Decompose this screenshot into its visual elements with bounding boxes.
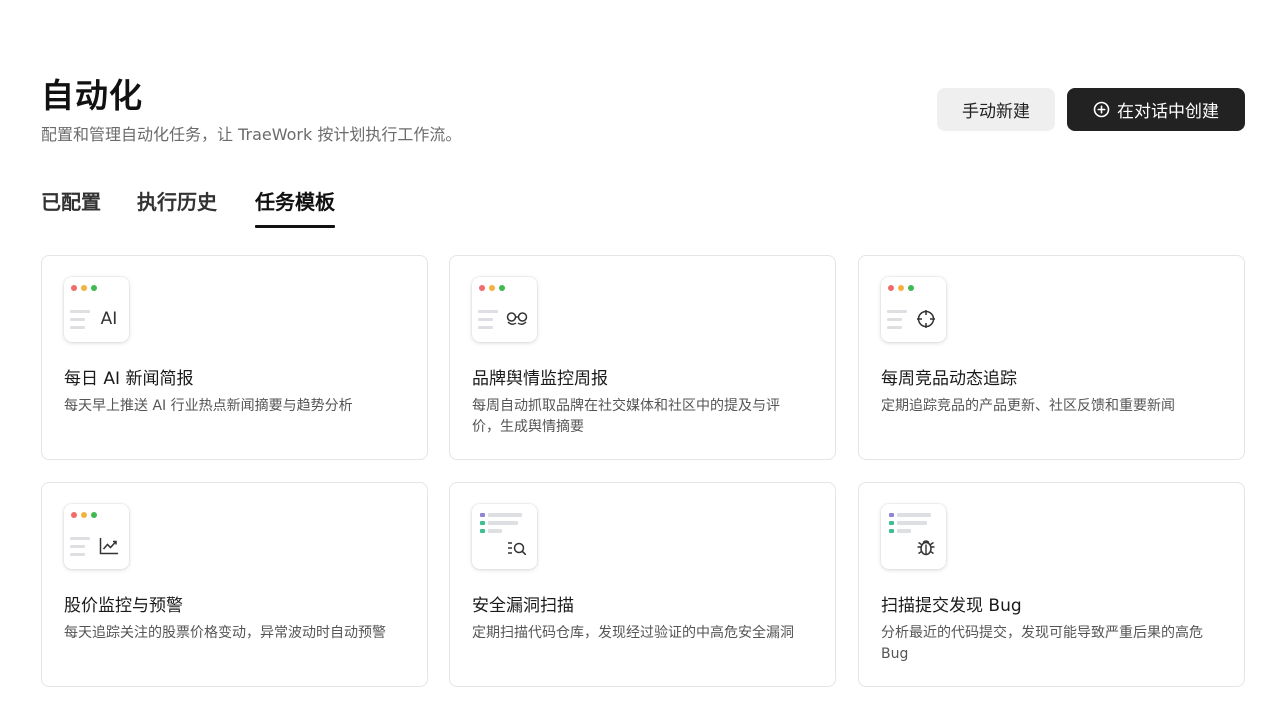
- template-thumbnail: [64, 504, 129, 569]
- tab-templates-label: 任务模板: [255, 190, 335, 214]
- tab-templates[interactable]: 任务模板: [255, 186, 335, 228]
- page-title: 自动化: [41, 76, 143, 115]
- template-card-ai-news[interactable]: AI 每日 AI 新闻简报 每天早上推送 AI 行业热点新闻摘要与趋势分析: [41, 255, 428, 460]
- template-card-competitor[interactable]: 每周竞品动态追踪 定期追踪竞品的产品更新、社区反馈和重要新闻: [858, 255, 1245, 460]
- window-dots: [888, 285, 914, 291]
- automation-page: 自动化 配置和管理自动化任务，让 TraeWork 按计划执行工作流。 手动新建…: [0, 0, 1278, 705]
- manual-create-button[interactable]: 手动新建: [937, 88, 1055, 131]
- template-card-bug-finder[interactable]: 扫描提交发现 Bug 分析最近的代码提交，发现可能导致严重后果的高危 Bug: [858, 482, 1245, 687]
- template-card-security-scan[interactable]: 安全漏洞扫描 定期扫描代码仓库，发现经过验证的中高危安全漏洞: [449, 482, 836, 687]
- window-dots: [71, 285, 97, 291]
- template-description: 每天追踪关注的股票价格变动，异常波动时自动预警: [64, 625, 386, 641]
- ai-text-icon: AI: [100, 309, 118, 329]
- template-thumbnail: [472, 504, 537, 569]
- template-title: 每日 AI 新闻简报: [64, 369, 194, 389]
- template-description: 分析最近的代码提交，发现可能导致严重后果的高危 Bug: [881, 625, 1203, 662]
- template-title: 股价监控与预警: [64, 596, 183, 616]
- template-thumbnail: AI: [64, 277, 129, 342]
- window-dots: [71, 512, 97, 518]
- template-description: 每天早上推送 AI 行业热点新闻摘要与趋势分析: [64, 398, 353, 414]
- window-dots: [479, 285, 505, 291]
- code-lines: [889, 513, 939, 537]
- code-lines: [480, 513, 530, 537]
- crosshair-icon: [915, 308, 937, 330]
- manual-create-label: 手动新建: [962, 102, 1030, 122]
- bug-icon: [915, 536, 937, 558]
- template-title: 扫描提交发现 Bug: [881, 596, 1022, 616]
- template-description: 定期扫描代码仓库，发现经过验证的中高危安全漏洞: [472, 625, 794, 641]
- template-thumbnail: [472, 277, 537, 342]
- create-in-chat-label: 在对话中创建: [1117, 102, 1219, 122]
- plus-circle-icon: [1093, 101, 1110, 118]
- tab-configured-label: 已配置: [41, 190, 101, 214]
- template-title: 品牌舆情监控周报: [472, 369, 608, 389]
- template-title: 安全漏洞扫描: [472, 596, 574, 616]
- trend-chart-icon: [98, 535, 120, 557]
- create-in-chat-button[interactable]: 在对话中创建: [1067, 88, 1245, 131]
- list-search-icon: [506, 537, 528, 559]
- glasses-icon: [506, 308, 528, 330]
- template-title: 每周竞品动态追踪: [881, 369, 1017, 389]
- template-card-stock[interactable]: 股价监控与预警 每天追踪关注的股票价格变动，异常波动时自动预警: [41, 482, 428, 687]
- template-description: 每周自动抓取品牌在社交媒体和社区中的提及与评价，生成舆情摘要: [472, 398, 780, 435]
- template-description: 定期追踪竞品的产品更新、社区反馈和重要新闻: [881, 398, 1175, 414]
- tab-history[interactable]: 执行历史: [137, 186, 217, 218]
- tab-history-label: 执行历史: [137, 190, 217, 214]
- template-thumbnail: [881, 504, 946, 569]
- tab-configured[interactable]: 已配置: [41, 186, 101, 218]
- template-card-brand-monitor[interactable]: 品牌舆情监控周报 每周自动抓取品牌在社交媒体和社区中的提及与评价，生成舆情摘要: [449, 255, 836, 460]
- active-tab-indicator: [255, 225, 335, 228]
- template-thumbnail: [881, 277, 946, 342]
- page-subtitle: 配置和管理自动化任务，让 TraeWork 按计划执行工作流。: [41, 125, 462, 144]
